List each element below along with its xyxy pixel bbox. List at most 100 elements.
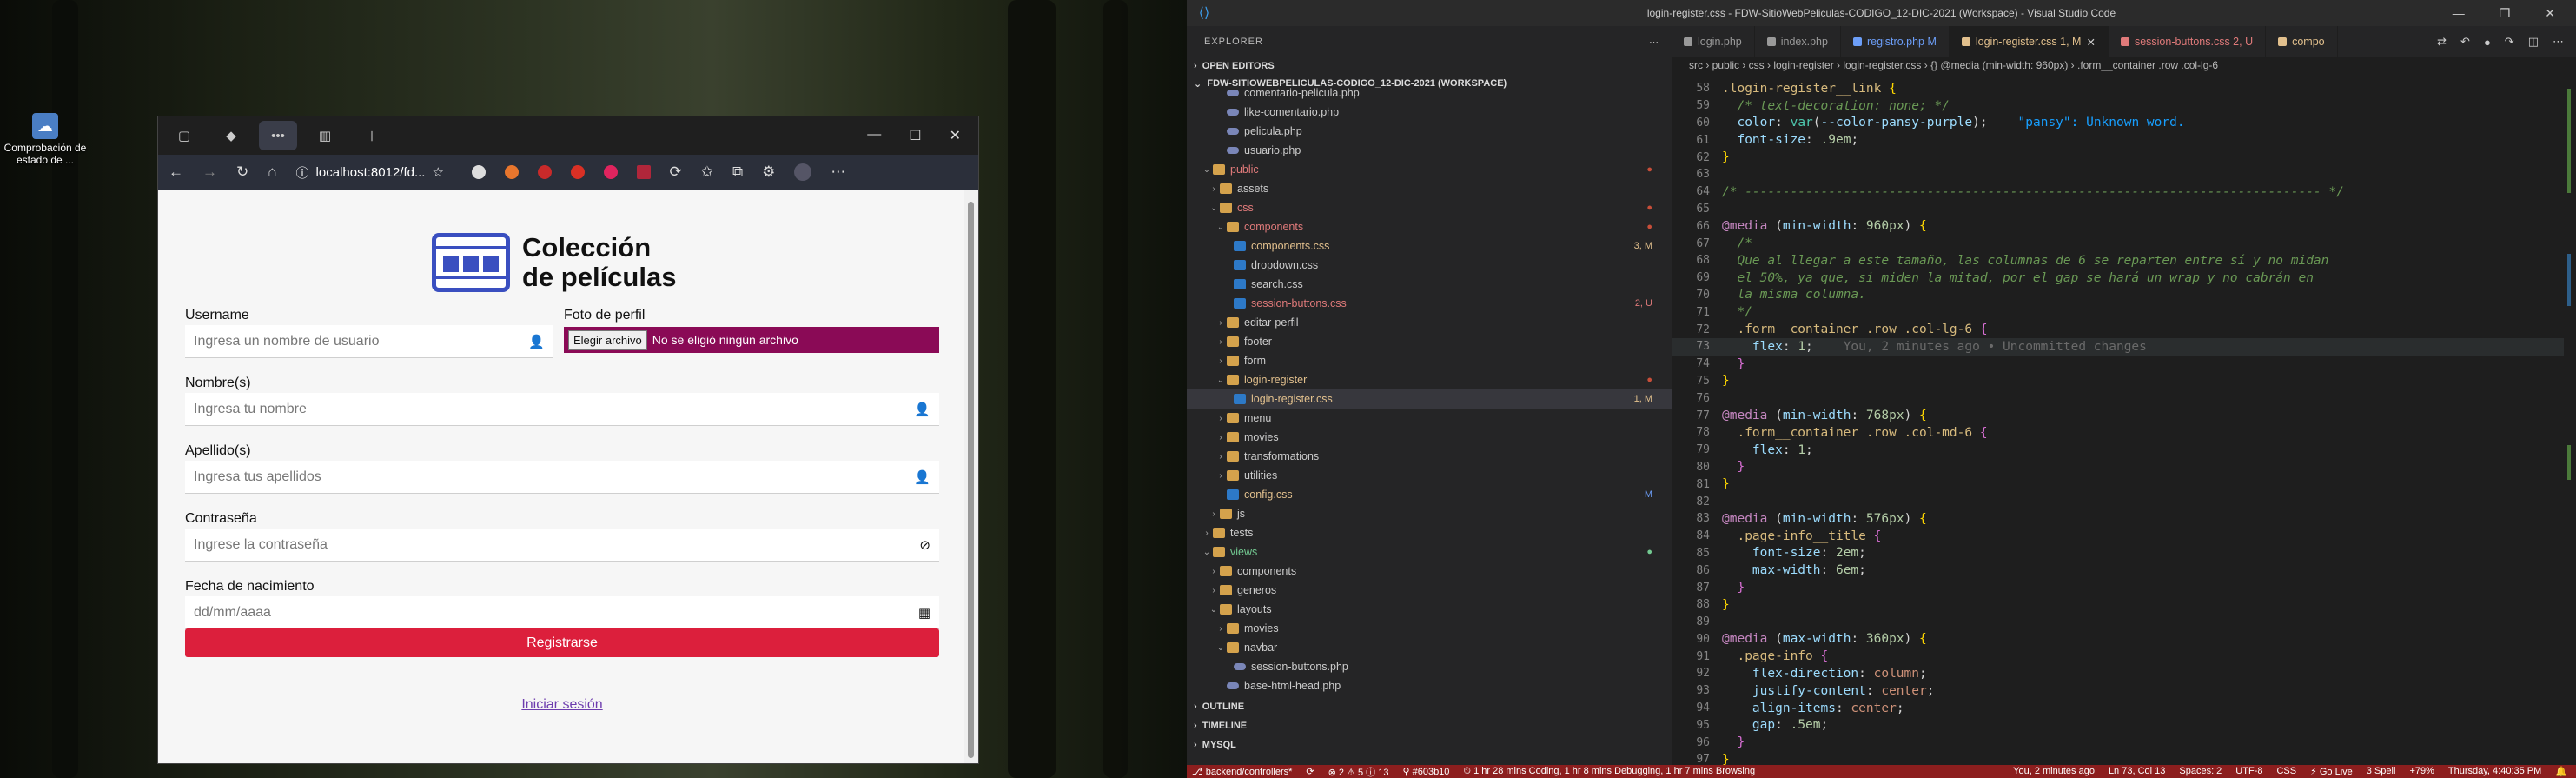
page-scrollbar[interactable] — [964, 190, 978, 763]
tree-item[interactable]: › editar-perfil — [1187, 313, 1672, 332]
code-line[interactable]: 64 /* -----------------------------------… — [1672, 183, 2576, 201]
code-line[interactable]: 65 — [1672, 201, 2576, 218]
tree-item[interactable]: ⌄ components ● — [1187, 217, 1672, 236]
go-back-icon[interactable]: ↶ — [2460, 35, 2470, 49]
tree-item[interactable]: ⌄ navbar — [1187, 638, 1672, 657]
time-tracker[interactable]: ⏲ 1 hr 28 mins Coding, 1 hr 8 mins Debug… — [1463, 766, 1755, 777]
tree-item[interactable]: components.css 3, M — [1187, 236, 1672, 256]
tree-item[interactable]: session-buttons.php — [1187, 657, 1672, 676]
favorite-icon[interactable]: ☆ — [432, 164, 443, 180]
minimap[interactable] — [2564, 80, 2576, 765]
tree-item[interactable]: › movies — [1187, 619, 1672, 638]
editor-tab[interactable]: compo — [2266, 26, 2338, 57]
code-line[interactable]: 66 @media (min-width: 960px) { — [1672, 217, 2576, 235]
compare-icon[interactable]: ⇄ — [2437, 35, 2447, 49]
timeline-section[interactable]: › TIMELINE — [1187, 716, 1672, 735]
favorites-icon[interactable]: ✩ — [701, 163, 713, 181]
sync-icon[interactable]: ⟳ — [1306, 766, 1314, 777]
code-line[interactable]: 71 */ — [1672, 303, 2576, 321]
menu-icon[interactable]: ⋯ — [831, 163, 845, 181]
tree-item[interactable]: usuario.php — [1187, 141, 1672, 160]
tree-item[interactable]: config.css M — [1187, 485, 1672, 504]
collections-icon[interactable]: ⧉ — [732, 163, 743, 181]
choose-file-button[interactable]: Elegir archivo — [568, 329, 647, 350]
tree-item[interactable]: session-buttons.css 2, U — [1187, 294, 1672, 313]
birthdate-input[interactable]: dd/mm/aaaa ▦ — [185, 596, 939, 629]
minimize-icon[interactable]: — — [867, 127, 881, 144]
address-bar[interactable]: ⓘ localhost:8012/fd... ☆ — [295, 163, 453, 182]
photo-file-input[interactable]: Elegir archivo No se eligió ningún archi… — [564, 327, 939, 353]
cursor-position[interactable]: Ln 73, Col 13 — [2109, 766, 2165, 777]
close-tab-icon[interactable]: ✕ — [2086, 36, 2095, 49]
open-editors-section[interactable]: › OPEN EDITORS — [1187, 57, 1672, 75]
code-line[interactable]: 78 .form__container .row .col-md-6 { — [1672, 424, 2576, 442]
go-live-button[interactable]: ⚡ Go Live — [2310, 766, 2353, 777]
code-line[interactable]: 88} — [1672, 596, 2576, 614]
lastname-input[interactable]: Ingresa tus apellidos 👤 — [185, 461, 939, 494]
tree-item[interactable]: › generos — [1187, 581, 1672, 600]
code-line[interactable]: 79 flex: 1; — [1672, 442, 2576, 459]
code-line[interactable]: 63 — [1672, 166, 2576, 183]
code-line[interactable]: 93 justify-content: center; — [1672, 682, 2576, 700]
branch-status[interactable]: ⎇ backend/controllers* — [1192, 766, 1292, 777]
tree-item[interactable]: ⌄ views ● — [1187, 542, 1672, 562]
tree-item[interactable]: ⌄ css ● — [1187, 198, 1672, 217]
code-line[interactable]: 70 la misma columna. — [1672, 287, 2576, 304]
eye-slash-icon[interactable]: ⊘ — [919, 537, 930, 553]
extension-icon[interactable] — [504, 165, 519, 179]
tree-item[interactable]: ⌄ layouts — [1187, 600, 1672, 619]
more-actions-icon[interactable]: ⋯ — [1649, 37, 1659, 48]
name-input[interactable]: Ingresa tu nombre 👤 — [185, 393, 939, 426]
code-line[interactable]: 74 } — [1672, 356, 2576, 373]
more-actions-icon[interactable]: ⋯ — [2553, 35, 2564, 49]
tab-active[interactable]: ••• — [259, 121, 297, 150]
code-line[interactable]: 59 /* text-decoration: none; */ — [1672, 97, 2576, 115]
language-status[interactable]: CSS — [2276, 766, 2296, 777]
mysql-section[interactable]: › MYSQL — [1187, 735, 1672, 755]
code-line[interactable]: 92 flex-direction: column; — [1672, 665, 2576, 682]
refresh-ext-icon[interactable]: ⟳ — [670, 163, 682, 181]
code-editor[interactable]: 58 .login-register__link {59 /* text-deco… — [1672, 80, 2576, 767]
code-line[interactable]: 58 .login-register__link { — [1672, 80, 2576, 97]
code-line[interactable]: 76 — [1672, 389, 2576, 407]
tree-item[interactable]: search.css — [1187, 275, 1672, 294]
tree-item[interactable]: › transformations — [1187, 447, 1672, 466]
extension-icon[interactable] — [537, 165, 552, 179]
tree-item[interactable]: › tests — [1187, 523, 1672, 542]
code-line[interactable]: 77 @media (min-width: 768px) { — [1672, 407, 2576, 424]
code-line[interactable]: 85 font-size: 2em; — [1672, 545, 2576, 562]
tree-item[interactable]: pelicula.php — [1187, 122, 1672, 141]
encoding-status[interactable]: UTF-8 — [2235, 766, 2262, 777]
extension-icon[interactable] — [603, 165, 618, 179]
code-line[interactable]: 68 Que al llegar a este tamaño, las colu… — [1672, 252, 2576, 269]
editor-tab[interactable]: login-register.css 1, M ✕ — [1949, 26, 2109, 57]
spell-status[interactable]: 3 Spell — [2367, 766, 2396, 777]
code-line[interactable]: 89 — [1672, 614, 2576, 631]
zoom-status[interactable]: +79% — [2409, 766, 2434, 777]
code-line[interactable]: 91 .page-info { — [1672, 648, 2576, 665]
tree-item[interactable]: › components — [1187, 562, 1672, 581]
home-icon[interactable]: ⌂ — [268, 163, 276, 181]
code-line[interactable]: 83 @media (min-width: 576px) { — [1672, 510, 2576, 528]
code-line[interactable]: 60 color: var(--color-pansy-purple); "pa… — [1672, 115, 2576, 132]
indent-status[interactable]: Spaces: 2 — [2179, 766, 2222, 777]
register-button[interactable]: Registrarse — [185, 628, 939, 657]
code-line[interactable]: 62} — [1672, 149, 2576, 166]
tree-item[interactable]: › js — [1187, 504, 1672, 523]
code-line[interactable]: 90 @media (max-width: 360px) { — [1672, 631, 2576, 648]
code-line[interactable]: 80 } — [1672, 459, 2576, 476]
editor-tab[interactable]: login.php — [1672, 26, 1755, 57]
code-line[interactable]: 69 el 50%, ya que, si miden la mitad, po… — [1672, 269, 2576, 287]
problems-status[interactable]: ⊗ 2 ⚠ 5 ⓘ 13 — [1328, 765, 1389, 778]
dot-icon[interactable]: ● — [2484, 36, 2491, 49]
code-line[interactable]: 94 align-items: center; — [1672, 700, 2576, 717]
close-icon[interactable]: ✕ — [950, 127, 961, 144]
reload-icon[interactable]: ↻ — [236, 163, 248, 181]
commit-status[interactable]: ⚲ #603b10 — [1402, 766, 1449, 777]
code-line[interactable]: 67 /* — [1672, 235, 2576, 252]
password-input[interactable]: Ingrese la contraseña ⊘ — [185, 529, 939, 562]
tab-favicon[interactable]: ◆ — [212, 121, 250, 150]
new-tab-icon[interactable]: ＋ — [353, 121, 391, 150]
forward-icon[interactable]: → — [202, 163, 217, 181]
extension-icon[interactable] — [636, 165, 651, 179]
